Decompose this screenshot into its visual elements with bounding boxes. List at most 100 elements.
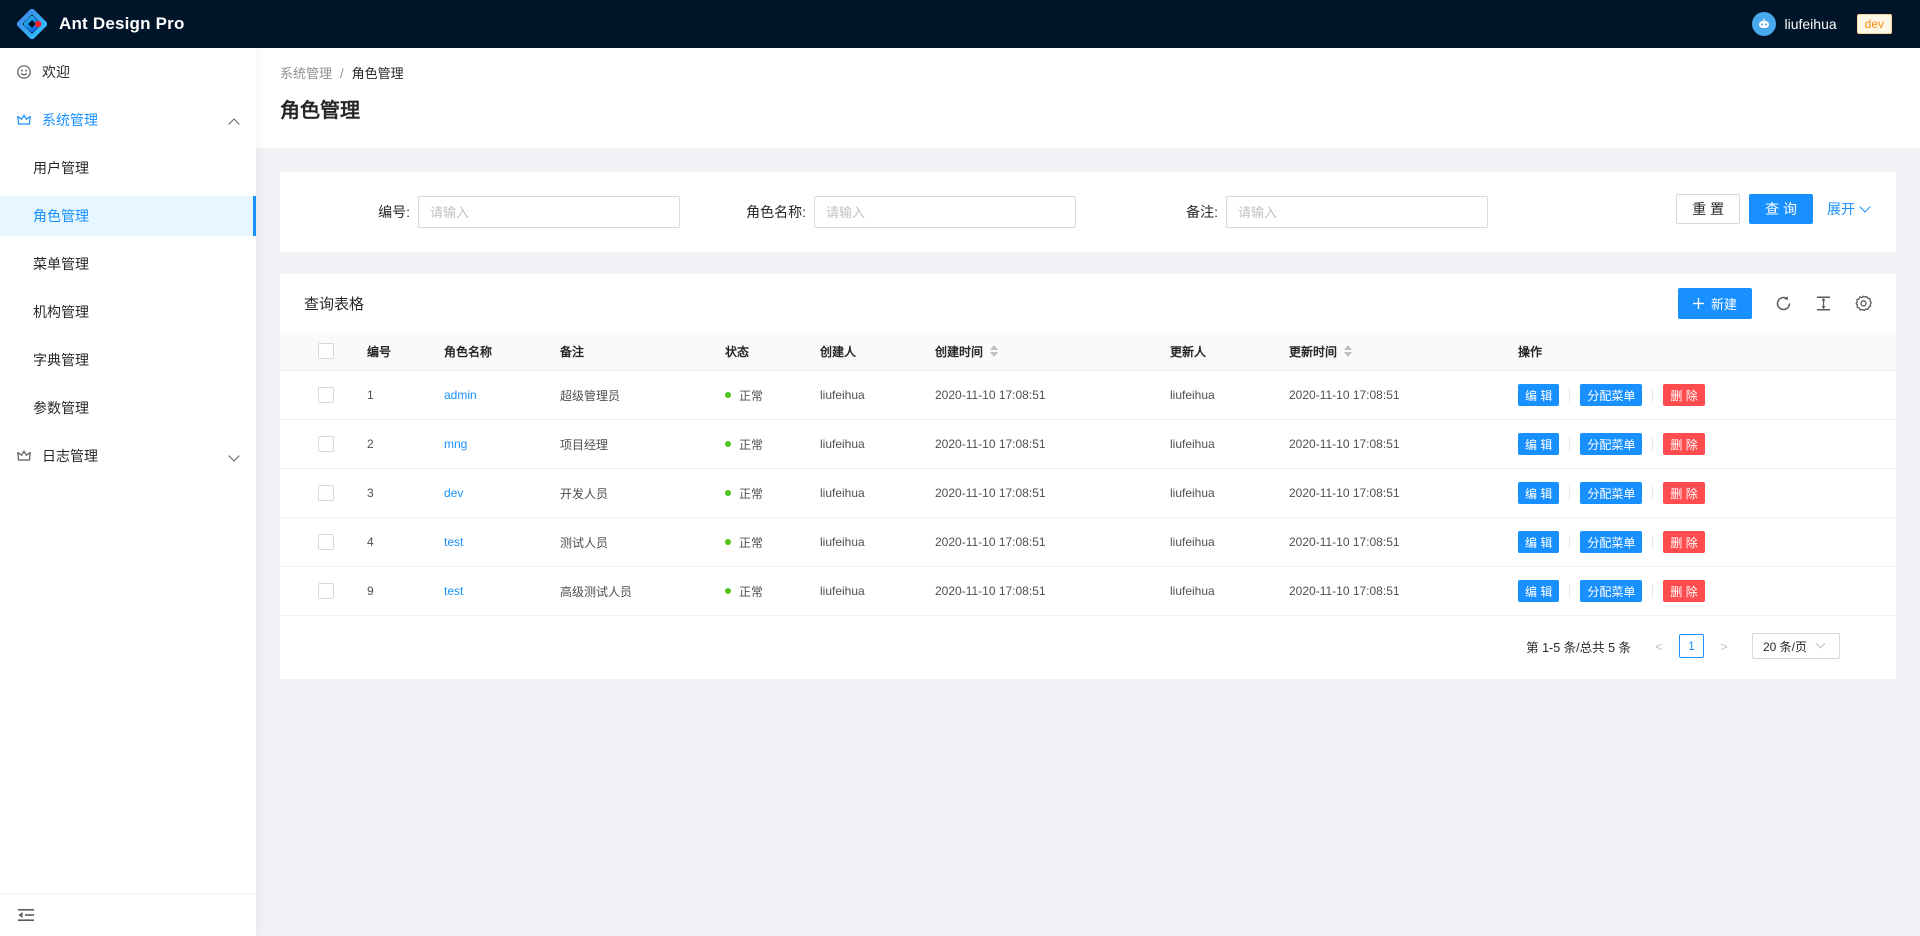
reload-icon[interactable] xyxy=(1775,295,1792,312)
avatar[interactable] xyxy=(1752,12,1776,36)
id-input[interactable] xyxy=(418,196,680,228)
delete-button[interactable]: 删 除 xyxy=(1663,433,1704,455)
cell-role-name-link[interactable]: test xyxy=(444,535,560,549)
page-title: 角色管理 xyxy=(256,82,1920,123)
cell-creator: liufeihua xyxy=(820,388,935,402)
sidebar-item-welcome[interactable]: 欢迎 xyxy=(0,52,256,92)
cell-role-name-link[interactable]: admin xyxy=(444,388,560,402)
action-divider xyxy=(1569,584,1570,598)
assign-menu-button[interactable]: 分配菜单 xyxy=(1580,580,1642,602)
assign-menu-button[interactable]: 分配菜单 xyxy=(1580,433,1642,455)
status-dot xyxy=(725,392,731,398)
sidebar-item-label: 参数管理 xyxy=(33,398,89,418)
table-row: 3 dev 开发人员 正常 liufeihua 2020-11-10 17:08… xyxy=(280,469,1896,518)
next-page-icon[interactable]: > xyxy=(1712,634,1736,658)
role-name-input[interactable] xyxy=(814,196,1076,228)
search-actions: 重 置 查 询 展开 xyxy=(1676,194,1870,224)
sidebar-item-role-mgmt[interactable]: 角色管理 xyxy=(0,196,256,236)
env-tag: dev xyxy=(1857,14,1892,34)
edit-button[interactable]: 编 辑 xyxy=(1518,384,1559,406)
action-divider xyxy=(1569,535,1570,549)
assign-menu-button[interactable]: 分配菜单 xyxy=(1580,482,1642,504)
action-divider xyxy=(1652,584,1653,598)
sorter-icon[interactable] xyxy=(1344,345,1352,357)
sidebar-item-label: 角色管理 xyxy=(33,206,89,226)
sidebar-item-org-mgmt[interactable]: 机构管理 xyxy=(0,292,256,332)
avatar-face-icon xyxy=(1756,16,1772,32)
prev-page-icon[interactable]: < xyxy=(1647,634,1671,658)
table-row: 4 test 测试人员 正常 liufeihua 2020-11-10 17:0… xyxy=(280,518,1896,567)
pagination-total: 第 1-5 条/总共 5 条 xyxy=(1526,637,1631,656)
sidebar-item-dict-mgmt[interactable]: 字典管理 xyxy=(0,340,256,380)
cell-role-name-link[interactable]: mng xyxy=(444,437,560,451)
sidebar-item-label: 菜单管理 xyxy=(33,254,89,274)
delete-button[interactable]: 删 除 xyxy=(1663,384,1704,406)
toolbar-actions: 新建 xyxy=(1678,288,1872,319)
column-header-update-time[interactable]: 更新时间 xyxy=(1289,343,1518,360)
row-checkbox[interactable] xyxy=(318,436,334,452)
cell-updater: liufeihua xyxy=(1170,584,1289,598)
query-button[interactable]: 查 询 xyxy=(1749,194,1813,224)
column-height-icon[interactable] xyxy=(1815,295,1832,312)
smile-icon xyxy=(17,65,31,79)
cell-updater: liufeihua xyxy=(1170,388,1289,402)
delete-button[interactable]: 删 除 xyxy=(1663,482,1704,504)
row-checkbox[interactable] xyxy=(318,485,334,501)
cell-actions: 编 辑 分配菜单 删 除 xyxy=(1518,482,1896,504)
new-button-label: 新建 xyxy=(1711,294,1737,313)
cell-actions: 编 辑 分配菜单 删 除 xyxy=(1518,384,1896,406)
chevron-down-icon xyxy=(230,452,238,460)
delete-button[interactable]: 删 除 xyxy=(1663,531,1704,553)
edit-button[interactable]: 编 辑 xyxy=(1518,433,1559,455)
cell-remark: 超级管理员 xyxy=(560,387,725,404)
select-all-checkbox[interactable] xyxy=(318,343,334,359)
column-header-create-time[interactable]: 创建时间 xyxy=(935,343,1170,360)
row-checkbox[interactable] xyxy=(318,534,334,550)
username[interactable]: liufeihua xyxy=(1784,16,1836,32)
cell-role-name-link[interactable]: test xyxy=(444,584,560,598)
row-checkbox[interactable] xyxy=(318,387,334,403)
cell-create-time: 2020-11-10 17:08:51 xyxy=(935,584,1170,598)
sidebar-item-label: 日志管理 xyxy=(42,446,98,466)
reset-button[interactable]: 重 置 xyxy=(1676,194,1740,224)
edit-button[interactable]: 编 辑 xyxy=(1518,580,1559,602)
sorter-icon[interactable] xyxy=(990,345,998,357)
cell-create-time: 2020-11-10 17:08:51 xyxy=(935,388,1170,402)
header-right: liufeihua dev xyxy=(1752,12,1920,36)
status-dot xyxy=(725,539,731,545)
assign-menu-button[interactable]: 分配菜单 xyxy=(1580,384,1642,406)
sidebar-item-user-mgmt[interactable]: 用户管理 xyxy=(0,148,256,188)
action-divider xyxy=(1569,437,1570,451)
cell-creator: liufeihua xyxy=(820,486,935,500)
edit-button[interactable]: 编 辑 xyxy=(1518,531,1559,553)
cell-actions: 编 辑 分配菜单 删 除 xyxy=(1518,531,1896,553)
cell-create-time: 2020-11-10 17:08:51 xyxy=(935,535,1170,549)
page-number-current[interactable]: 1 xyxy=(1679,634,1704,658)
cell-actions: 编 辑 分配菜单 删 除 xyxy=(1518,433,1896,455)
field-label: 角色名称: xyxy=(700,202,814,222)
logo[interactable]: Ant Design Pro xyxy=(0,9,185,39)
search-field-role-name: 角色名称: xyxy=(700,196,1076,228)
new-button[interactable]: 新建 xyxy=(1678,288,1752,319)
sidebar-item-menu-mgmt[interactable]: 菜单管理 xyxy=(0,244,256,284)
delete-button[interactable]: 删 除 xyxy=(1663,580,1704,602)
expand-link[interactable]: 展开 xyxy=(1827,199,1870,219)
edit-button[interactable]: 编 辑 xyxy=(1518,482,1559,504)
column-header-actions: 操作 xyxy=(1518,343,1896,360)
table-row: 1 admin 超级管理员 正常 liufeihua 2020-11-10 17… xyxy=(280,371,1896,420)
menu-fold-icon[interactable] xyxy=(16,905,36,925)
breadcrumb-item[interactable]: 系统管理 xyxy=(280,66,332,81)
remark-input[interactable] xyxy=(1226,196,1488,228)
assign-menu-button[interactable]: 分配菜单 xyxy=(1580,531,1642,553)
cell-updater: liufeihua xyxy=(1170,437,1289,451)
pagination: 第 1-5 条/总共 5 条 < 1 > 20 条/页 xyxy=(280,634,1896,658)
sidebar-item-param-mgmt[interactable]: 参数管理 xyxy=(0,388,256,428)
cell-role-name-link[interactable]: dev xyxy=(444,486,560,500)
page-size-select[interactable]: 20 条/页 xyxy=(1752,633,1840,659)
chevron-up-icon xyxy=(230,116,238,124)
row-checkbox[interactable] xyxy=(318,583,334,599)
sidebar-item-system-mgmt[interactable]: 系统管理 xyxy=(0,100,256,140)
settings-gear-icon[interactable] xyxy=(1855,295,1872,312)
cell-update-time: 2020-11-10 17:08:51 xyxy=(1289,535,1518,549)
sidebar-item-log-mgmt[interactable]: 日志管理 xyxy=(0,436,256,476)
